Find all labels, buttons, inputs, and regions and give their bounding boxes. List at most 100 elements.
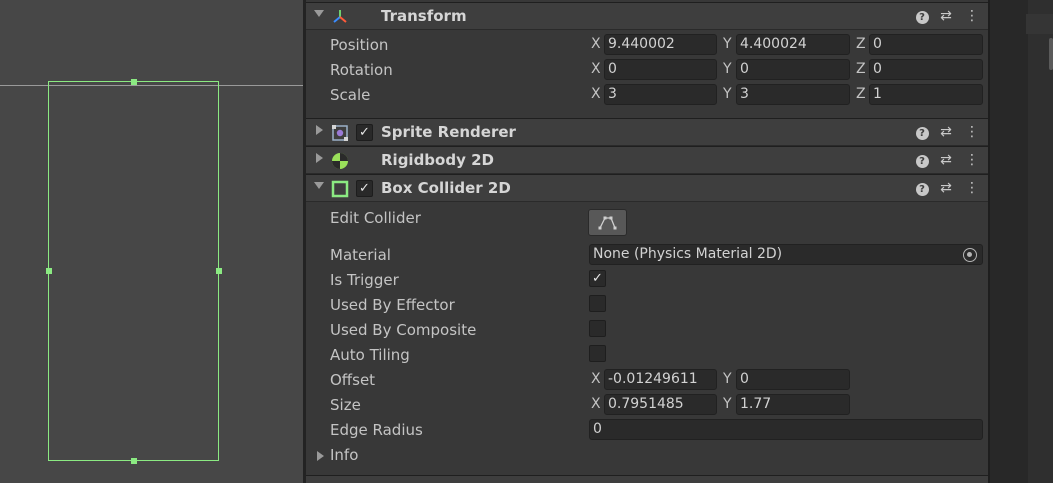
help-icon[interactable]: ? [914,7,930,25]
component-title: Rigidbody 2D [381,151,494,169]
axis-x-label[interactable]: X [591,86,601,102]
expand-arrow-icon[interactable] [316,125,323,135]
rotation-label: Rotation [330,61,393,79]
expand-arrow-icon[interactable] [316,153,323,163]
side-panel [990,0,1053,483]
expand-arrow-icon[interactable] [314,182,324,189]
help-icon[interactable]: ? [914,123,930,141]
transform-header[interactable]: Transform ? ⇄ ⋮ [306,2,988,30]
material-label: Material [330,246,391,264]
component-title: Transform [381,7,467,25]
presets-icon[interactable]: ⇄ [938,123,954,141]
axis-z-label[interactable]: Z [856,36,866,52]
enabled-checkbox[interactable]: ✓ [356,180,373,197]
rigidbody-icon [332,153,348,169]
used-by-composite-label: Used By Composite [330,321,477,339]
more-options-icon[interactable]: ⋮ [964,7,980,25]
inspector-panel: Transform ? ⇄ ⋮ Position X 9.440002 Y 4.… [306,0,988,483]
scale-z-field[interactable]: 1 [869,84,983,105]
auto-tiling-label: Auto Tiling [330,346,410,364]
help-icon[interactable]: ? [914,151,930,169]
size-row: Size X 0.7951485 Y 1.77 [306,393,988,418]
scrollbar-thumb[interactable] [1049,38,1053,70]
axis-y-label[interactable]: Y [723,371,732,387]
box-collider-header[interactable]: ✓ Box Collider 2D ? ⇄ ⋮ [306,174,988,202]
position-x-field[interactable]: 9.440002 [604,34,717,55]
info-foldout[interactable]: Info [306,443,988,468]
used-by-effector-label: Used By Effector [330,296,455,314]
rotation-row: Rotation X 0 Y 0 Z 0 [306,58,988,83]
used-by-effector-checkbox[interactable] [589,295,606,312]
collider-handle-right[interactable] [216,268,222,274]
position-y-field[interactable]: 4.400024 [736,34,850,55]
rotation-y-field[interactable]: 0 [736,59,850,80]
edit-collider-row: Edit Collider [306,206,988,231]
edit-collider-button[interactable] [588,209,627,236]
is-trigger-label: Is Trigger [330,271,399,289]
used-by-composite-row: Used By Composite [306,318,988,343]
more-options-icon[interactable]: ⋮ [964,123,980,141]
material-value: None (Physics Material 2D) [593,246,783,262]
edge-radius-label: Edge Radius [330,421,423,439]
is-trigger-row: Is Trigger ✓ [306,268,988,293]
edge-radius-field[interactable]: 0 [589,419,983,440]
scale-y-field[interactable]: 3 [736,84,850,105]
axis-z-label[interactable]: Z [856,61,866,77]
side-panel-tab[interactable] [1026,14,1053,34]
used-by-composite-checkbox[interactable] [589,320,606,337]
axis-y-label[interactable]: Y [723,86,732,102]
collider-handle-top[interactable] [131,79,137,85]
used-by-effector-row: Used By Effector [306,293,988,318]
expand-arrow-icon[interactable] [314,10,324,17]
size-y-field[interactable]: 1.77 [736,394,850,415]
material-field[interactable]: None (Physics Material 2D) [589,244,983,265]
edit-collider-label: Edit Collider [330,209,421,227]
auto-tiling-checkbox[interactable] [589,345,606,362]
size-x-field[interactable]: 0.7951485 [604,394,717,415]
axis-x-label[interactable]: X [591,36,601,52]
axis-z-label[interactable]: Z [856,86,866,102]
is-trigger-checkbox[interactable]: ✓ [589,270,606,287]
box-collider-icon [331,180,349,198]
axis-x-label[interactable]: X [591,61,601,77]
offset-label: Offset [330,371,376,389]
axis-y-label[interactable]: Y [723,396,732,412]
rigidbody-header[interactable]: Rigidbody 2D ? ⇄ ⋮ [306,146,988,174]
position-z-field[interactable]: 0 [869,34,983,55]
size-label: Size [330,396,361,414]
info-label: Info [330,446,359,464]
axis-x-label[interactable]: X [591,396,601,412]
scrollbar-track[interactable] [1028,0,1053,483]
rotation-z-field[interactable]: 0 [869,59,983,80]
component-title: Sprite Renderer [381,123,516,141]
sprite-renderer-icon [332,125,348,141]
component-title: Box Collider 2D [381,179,511,197]
object-picker-icon[interactable] [963,248,977,262]
offset-y-field[interactable]: 0 [736,369,850,390]
scene-view[interactable] [0,0,303,483]
presets-icon[interactable]: ⇄ [938,7,954,25]
scale-row: Scale X 3 Y 3 Z 1 [306,83,988,108]
scale-x-field[interactable]: 3 [604,84,717,105]
edit-collider-icon [598,216,617,230]
axis-y-label[interactable]: Y [723,61,732,77]
next-component-header[interactable] [306,475,988,483]
expand-arrow-icon[interactable] [317,451,324,461]
more-options-icon[interactable]: ⋮ [964,151,980,169]
edge-radius-row: Edge Radius 0 [306,418,988,443]
axis-y-label[interactable]: Y [723,36,732,52]
presets-icon[interactable]: ⇄ [938,179,954,197]
help-icon[interactable]: ? [914,179,930,197]
presets-icon[interactable]: ⇄ [938,151,954,169]
material-row: Material None (Physics Material 2D) [306,243,988,268]
collider-handle-left[interactable] [46,268,52,274]
axis-x-label[interactable]: X [591,371,601,387]
position-label: Position [330,36,389,54]
offset-x-field[interactable]: -0.01249611 [604,369,717,390]
enabled-checkbox[interactable]: ✓ [356,124,373,141]
transform-icon [333,10,347,23]
more-options-icon[interactable]: ⋮ [964,179,980,197]
rotation-x-field[interactable]: 0 [604,59,717,80]
sprite-renderer-header[interactable]: ✓ Sprite Renderer ? ⇄ ⋮ [306,118,988,146]
collider-handle-bottom[interactable] [131,458,137,464]
